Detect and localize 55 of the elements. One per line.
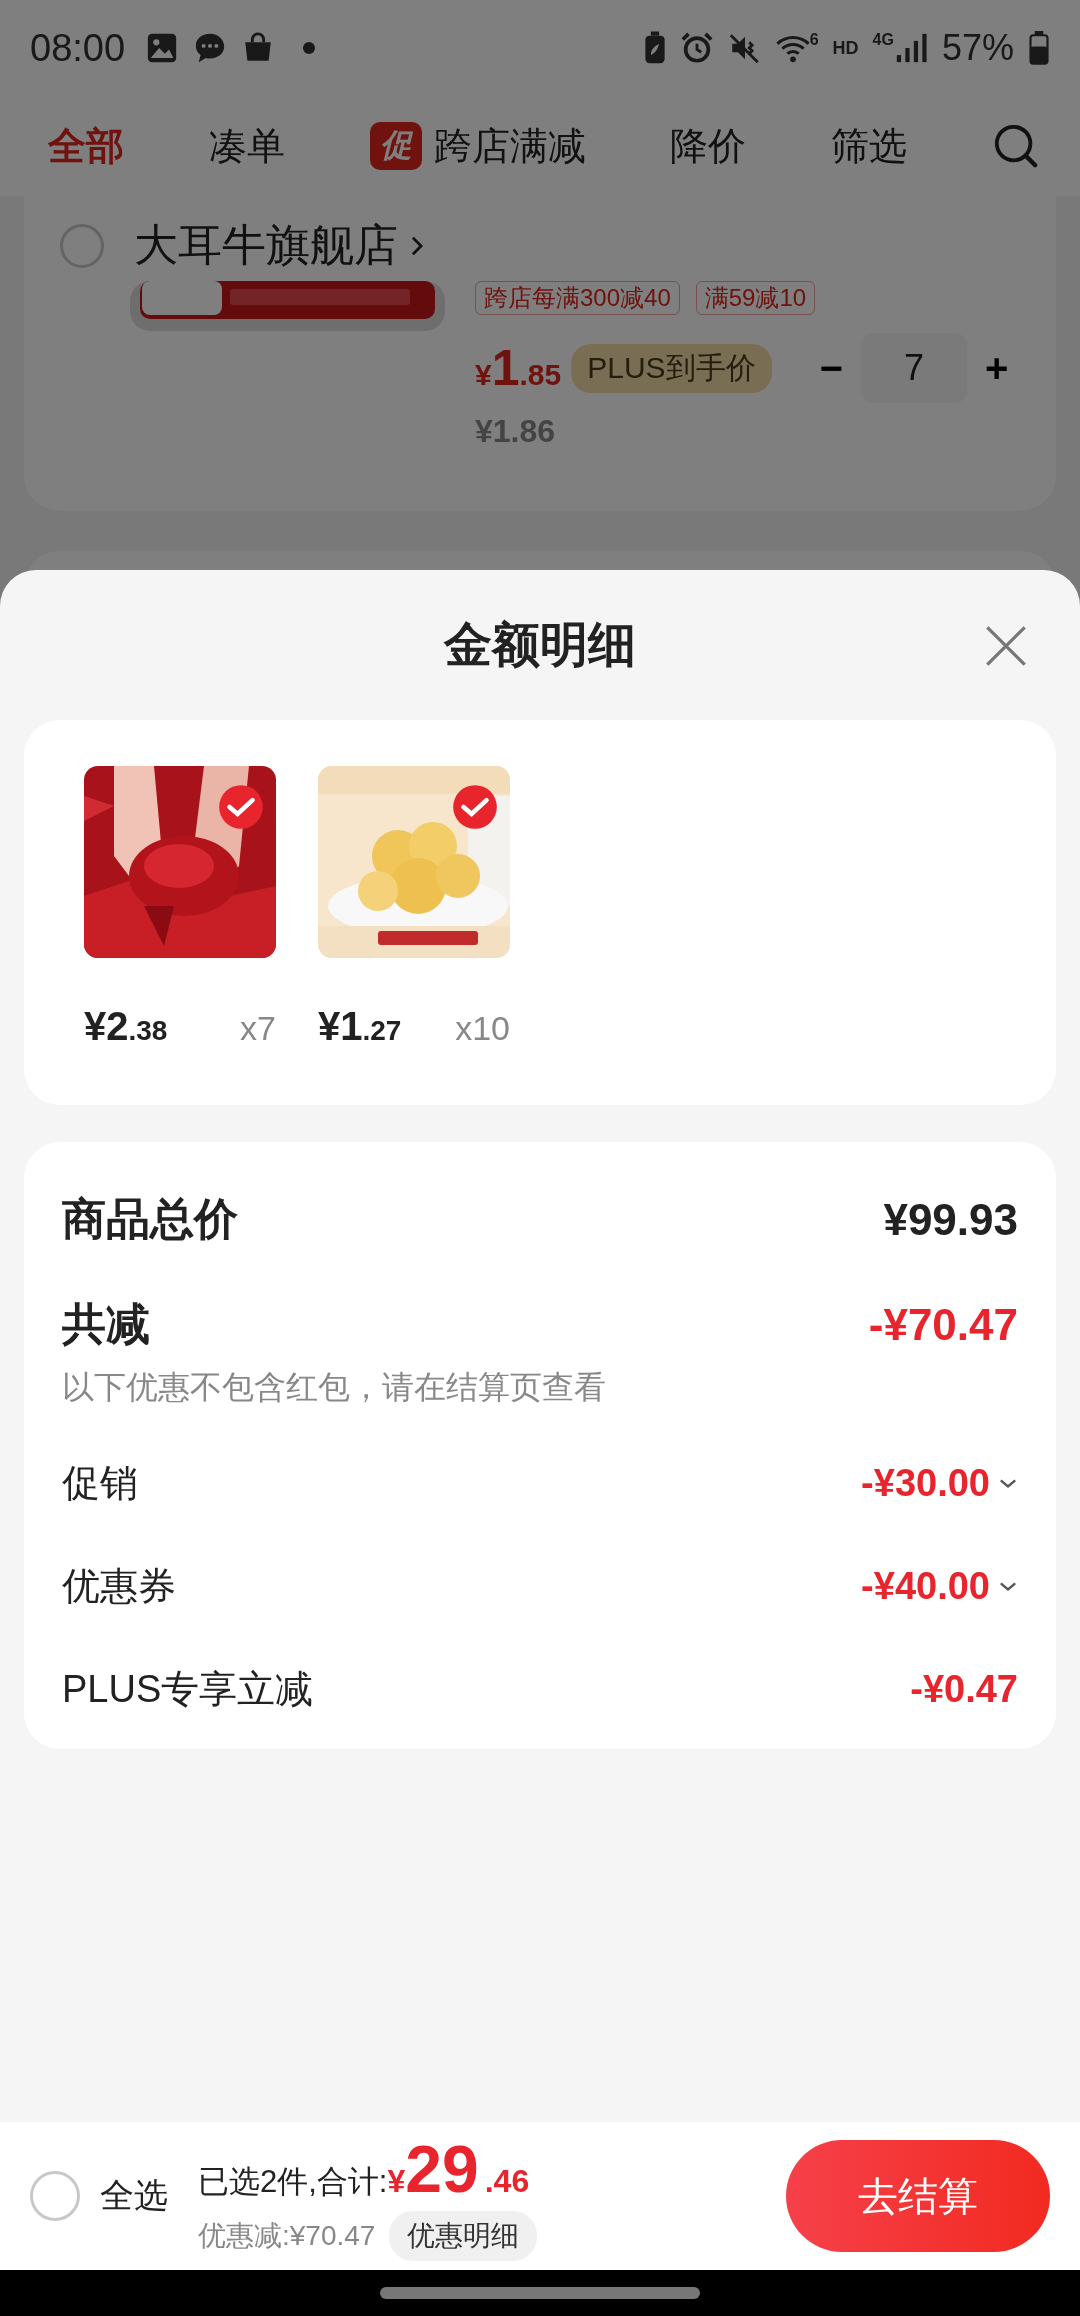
selected-check-icon[interactable]: [452, 784, 498, 830]
chevron-right-icon: [410, 234, 424, 257]
discount-note: 以下优惠不包含红包，请在结算页查看: [62, 1368, 607, 1407]
increase-button[interactable]: +: [976, 345, 1017, 391]
promo-tag: 满59减10: [695, 281, 816, 315]
search-icon[interactable]: [992, 122, 1040, 170]
select-all-label[interactable]: 全选: [100, 2173, 168, 2219]
chevron-down-icon[interactable]: [998, 1477, 1018, 1490]
notification-dot-icon: [303, 42, 316, 54]
selected-check-icon[interactable]: [218, 784, 264, 830]
discount-label: 共减: [62, 1298, 150, 1350]
item-price: ¥1.27: [318, 1004, 402, 1049]
total-value: ¥99.93: [883, 1194, 1018, 1245]
hd-label: HD: [832, 37, 859, 59]
select-all-checkbox[interactable]: [30, 2171, 80, 2221]
discount-row-label: 促销: [62, 1461, 138, 1506]
battery-saver-icon: [643, 31, 666, 65]
item-quantity: x7: [240, 1009, 276, 1048]
total-price: ¥29.46: [387, 2131, 530, 2207]
home-handle[interactable]: [380, 2287, 700, 2299]
battery-percent: 57%: [941, 27, 1014, 69]
filter-tab[interactable]: 降价: [670, 120, 747, 172]
decrease-button[interactable]: −: [811, 345, 851, 391]
saving-amount: 优惠减:¥70.47: [198, 2219, 376, 2253]
discount-row-value: -¥40.00: [861, 1565, 990, 1608]
wifi-label: 6: [809, 31, 819, 49]
discount-row-value: -¥30.00: [861, 1462, 990, 1505]
network-label: 4G: [872, 31, 894, 49]
item-price: ¥2.38: [84, 1004, 168, 1049]
close-icon[interactable]: [984, 624, 1028, 668]
filter-tab[interactable]: 促 跨店满减: [369, 120, 586, 172]
discount-row-label: 优惠券: [62, 1564, 176, 1609]
store-name[interactable]: 大耳牛旗舰店: [134, 216, 398, 275]
item-quantity: x10: [455, 1009, 510, 1048]
discount-row-value: -¥0.47: [910, 1668, 1018, 1711]
sheet-title: 金额明细: [444, 617, 636, 673]
plus-price-badge: PLUS到手价: [571, 343, 772, 393]
original-price: ¥1.86: [475, 413, 557, 450]
selected-summary: 已选2件,合计:: [198, 2163, 388, 2201]
status-time: 08:00: [30, 26, 126, 70]
discount-detail-button[interactable]: 优惠明细: [389, 2211, 538, 2261]
battery-icon: [1028, 31, 1050, 65]
alarm-icon: [679, 31, 714, 65]
chevron-down-icon[interactable]: [998, 1580, 1018, 1593]
discount-row-label: PLUS专享立减: [62, 1667, 314, 1712]
filter-tab[interactable]: 全部: [48, 120, 124, 172]
checkout-button[interactable]: 去结算: [786, 2140, 1050, 2252]
filter-tab[interactable]: 筛选: [831, 120, 908, 172]
quantity-field[interactable]: 7: [860, 333, 967, 403]
product-price: ¥1.85: [475, 339, 562, 397]
filter-tab[interactable]: 凑单: [208, 120, 285, 172]
total-label: 商品总价: [62, 1193, 238, 1245]
promo-tag: 跨店每满300减40: [475, 281, 680, 315]
store-checkbox[interactable]: [60, 223, 104, 268]
discount-value: -¥70.47: [868, 1299, 1018, 1350]
